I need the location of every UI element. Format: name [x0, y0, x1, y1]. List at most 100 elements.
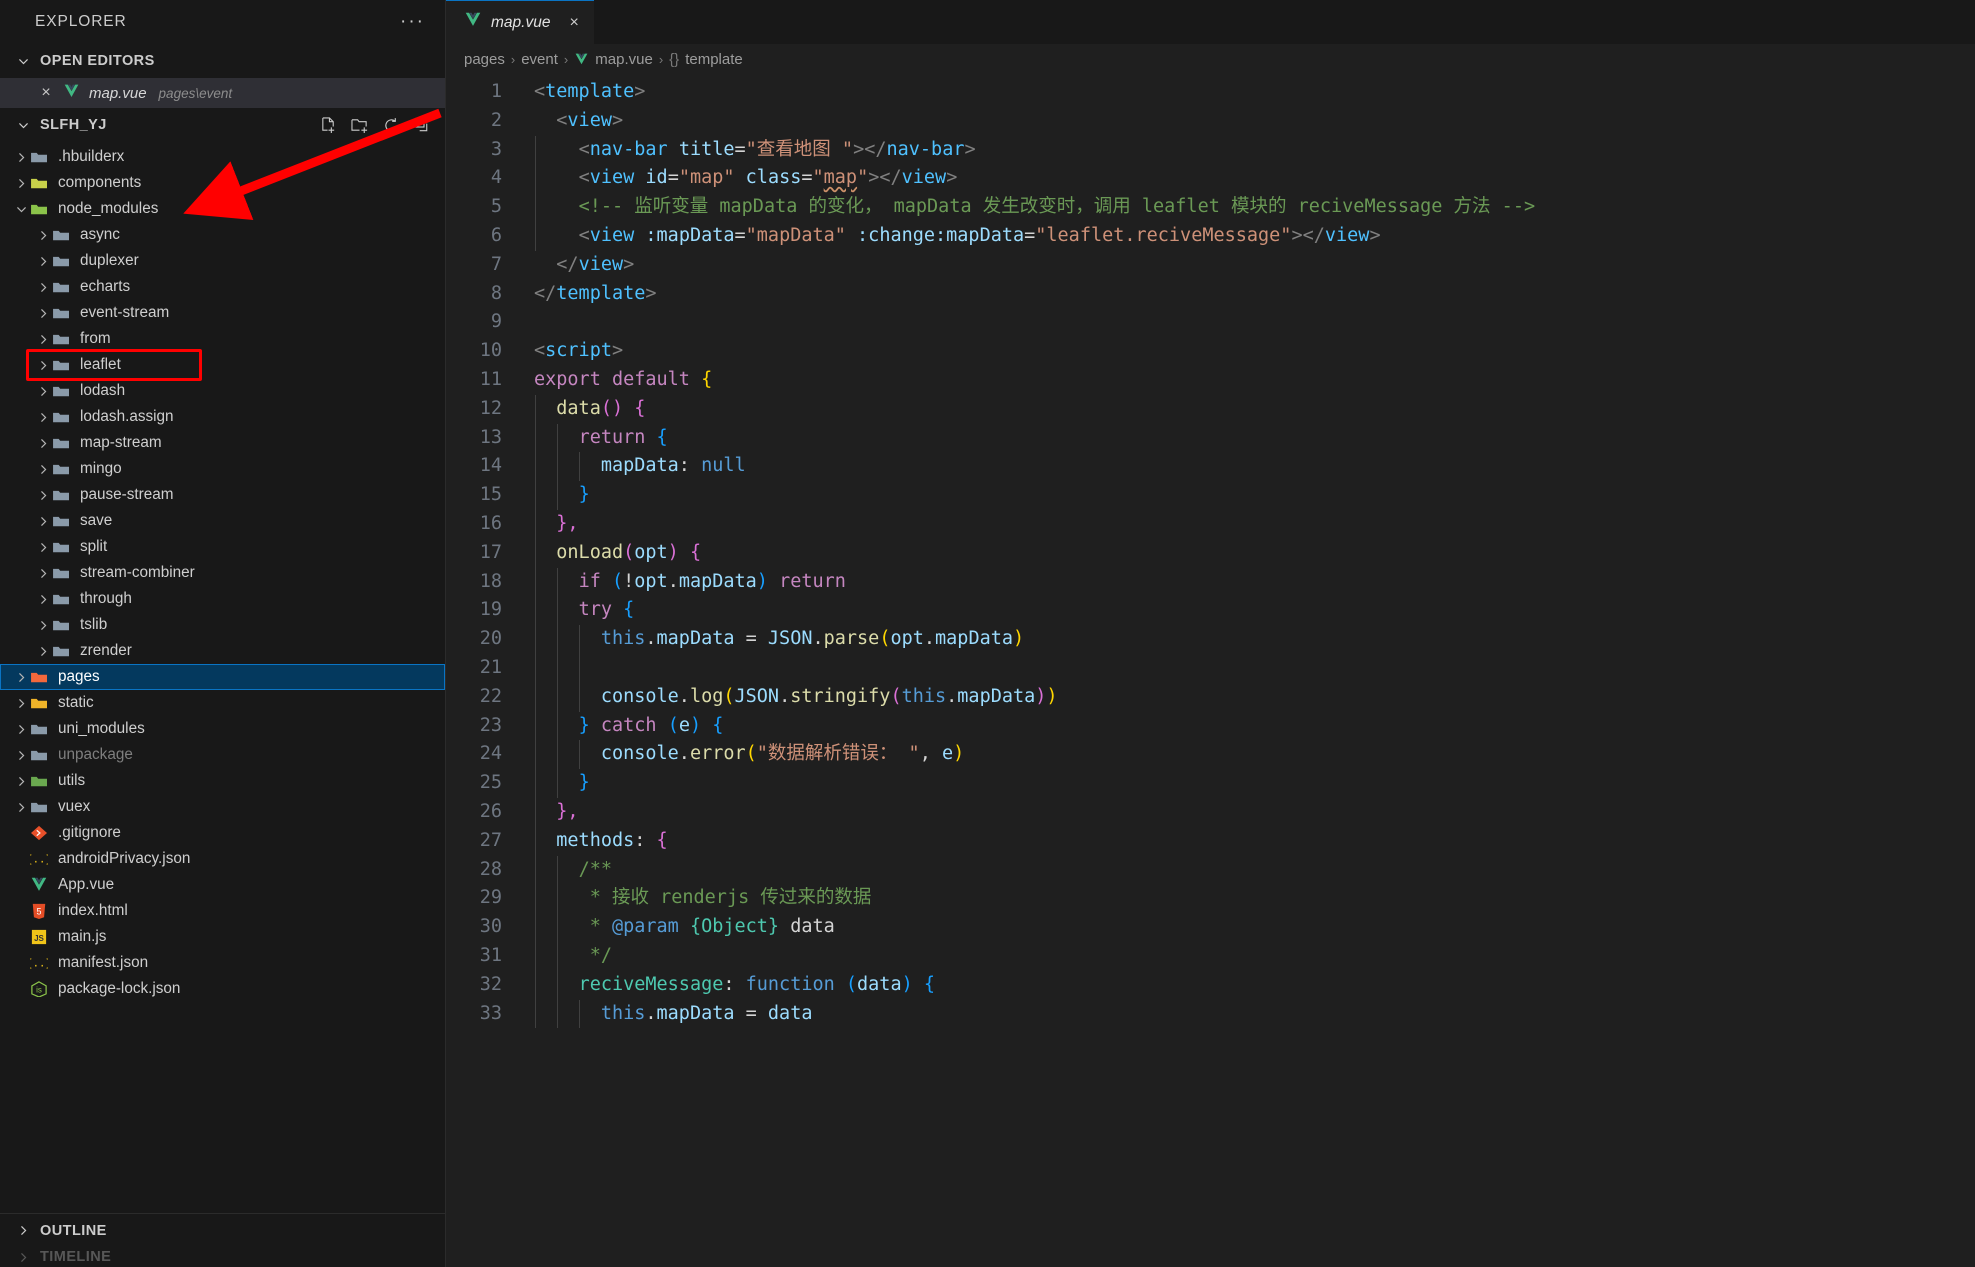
tree-item-map-stream[interactable]: map-stream — [0, 430, 445, 456]
code-line[interactable]: methods: { — [522, 826, 1975, 856]
tree-item-save[interactable]: save — [0, 508, 445, 534]
code-line[interactable]: }, — [522, 797, 1975, 827]
code-token: : — [723, 973, 746, 995]
tree-item-leaflet[interactable]: leaflet — [0, 352, 445, 378]
code-line[interactable]: <!-- 监听变量 mapData 的变化， mapData 发生改变时，调用 … — [522, 193, 1975, 222]
code-line[interactable]: reciveMessage: function (data) { — [522, 970, 1975, 1000]
tree-item-components[interactable]: components — [0, 170, 445, 196]
tree-item-lodash[interactable]: lodash — [0, 378, 445, 404]
code-line[interactable]: mapData: null — [522, 452, 1975, 482]
new-folder-icon[interactable] — [351, 117, 369, 134]
tree-item-manifest-json[interactable]: {..} manifest.json — [0, 950, 445, 976]
editor-pane: map.vue × pages › event › map.vue › {} t… — [446, 0, 1975, 1267]
tree-item-pages[interactable]: pages — [0, 664, 445, 690]
tree-item-zrender[interactable]: zrender — [0, 638, 445, 664]
open-editors-section-header[interactable]: OPEN EDITORS — [0, 44, 445, 78]
tree-item-androidprivacy-json[interactable]: {..} androidPrivacy.json — [0, 846, 445, 872]
tree-item-node-modules[interactable]: node_modules — [0, 196, 445, 222]
code-line[interactable]: <template> — [522, 78, 1975, 107]
breadcrumb-item-map-vue[interactable]: map.vue — [595, 51, 653, 68]
tree-item-stream-combiner[interactable]: stream-combiner — [0, 560, 445, 586]
code-line[interactable]: <nav-bar title="查看地图 "></nav-bar> — [522, 135, 1975, 165]
code-editor[interactable]: 1 2 3 4 5 6 7 8 9 10 11 12 13 14 15 16 17 18 19 20 21 22 23 24 2… — [446, 74, 1975, 1267]
chevron-right-icon — [34, 515, 52, 528]
code-line[interactable] — [522, 653, 1975, 683]
code-line[interactable]: </view> — [522, 251, 1975, 280]
tree-item-mingo[interactable]: mingo — [0, 456, 445, 482]
tree-item--gitignore[interactable]: .gitignore — [0, 820, 445, 846]
code-line[interactable]: } — [522, 769, 1975, 798]
timeline-panel-header[interactable]: TIMELINE — [0, 1247, 445, 1267]
code-token: :mapData — [645, 224, 735, 246]
code-token: null — [701, 455, 746, 477]
code-line[interactable]: }, — [522, 509, 1975, 539]
code-line[interactable]: if (!opt.mapData) return — [522, 567, 1975, 597]
close-icon[interactable]: × — [38, 84, 54, 102]
open-editor-item-map-vue[interactable]: × map.vue pages\event — [0, 78, 445, 108]
code-line[interactable]: * 接收 renderjs 传过来的数据 — [522, 884, 1975, 914]
code-line[interactable] — [522, 308, 1975, 337]
code-line[interactable]: console.error("数据解析错误： ", e) — [522, 740, 1975, 770]
tree-item-static[interactable]: static — [0, 690, 445, 716]
tree-item-pause-stream[interactable]: pause-stream — [0, 482, 445, 508]
tree-item-utils[interactable]: utils — [0, 768, 445, 794]
code-line[interactable]: */ — [522, 941, 1975, 971]
code-line[interactable]: onLoad(opt) { — [522, 538, 1975, 568]
tree-item-async[interactable]: async — [0, 222, 445, 248]
line-number: 4 — [490, 167, 502, 189]
tree-item-duplexer[interactable]: duplexer — [0, 248, 445, 274]
code-line[interactable]: /** — [522, 855, 1975, 885]
code-line[interactable]: <view :mapData="mapData" :change:mapData… — [522, 221, 1975, 251]
outline-panel-header[interactable]: OUTLINE — [0, 1214, 445, 1247]
tree-item--hbuilderx[interactable]: .hbuilderx — [0, 144, 445, 170]
code-token: * — [578, 916, 612, 938]
code-line[interactable]: try { — [522, 596, 1975, 626]
project-section-header[interactable]: SLFH_YJ — [0, 108, 445, 142]
tree-item-main-js[interactable]: JS main.js — [0, 924, 445, 950]
code-line[interactable]: <script> — [522, 337, 1975, 366]
breadcrumb-item-event[interactable]: event — [521, 51, 558, 68]
code-line[interactable]: data() { — [522, 394, 1975, 424]
tree-item-through[interactable]: through — [0, 586, 445, 612]
close-icon[interactable]: × — [569, 14, 578, 32]
code-line[interactable]: * @param {Object} data — [522, 913, 1975, 942]
refresh-icon[interactable] — [383, 117, 400, 134]
explorer-more-icon[interactable]: ··· — [400, 12, 425, 31]
code-content[interactable]: <template> <view> <nav-bar title="查看地图 "… — [522, 74, 1975, 1267]
code-token: "leaflet.reciveMessage" — [1035, 224, 1292, 246]
line-number: 3 — [490, 138, 502, 160]
tree-item-package-lock-json[interactable]: is package-lock.json — [0, 976, 445, 1002]
tree-item-uni-modules[interactable]: uni_modules — [0, 716, 445, 742]
tree-item-app-vue[interactable]: App.vue — [0, 872, 445, 898]
tree-item-index-html[interactable]: 5 index.html — [0, 898, 445, 924]
breadcrumb-item-pages[interactable]: pages — [464, 51, 505, 68]
tree-item-unpackage[interactable]: unpackage — [0, 742, 445, 768]
code-line[interactable]: this.mapData = JSON.parse(opt.mapData) — [522, 625, 1975, 654]
breadcrumb-item-template[interactable]: template — [685, 51, 743, 68]
code-line[interactable]: export default { — [522, 366, 1975, 395]
chevron-right-icon — [12, 177, 30, 190]
tree-item-tslib[interactable]: tslib — [0, 612, 445, 638]
code-line[interactable]: </template> — [522, 280, 1975, 309]
code-line[interactable]: } catch (e) { — [522, 711, 1975, 741]
tree-item-from[interactable]: from — [0, 326, 445, 352]
new-file-icon[interactable] — [320, 116, 337, 134]
tab-map-vue[interactable]: map.vue × — [446, 0, 594, 44]
code-token: < — [534, 340, 546, 362]
code-line[interactable]: console.log(JSON.stringify(this.mapData)… — [522, 682, 1975, 712]
code-line[interactable]: <view> — [522, 107, 1975, 136]
code-line[interactable]: } — [522, 481, 1975, 510]
tree-item-split[interactable]: split — [0, 534, 445, 560]
collapse-all-icon[interactable] — [414, 117, 431, 134]
line-number: 8 — [490, 282, 502, 304]
file-tree[interactable]: .hbuilderx components node_modules async dup… — [0, 142, 445, 1213]
code-line[interactable]: this.mapData = data — [522, 999, 1975, 1029]
code-line[interactable]: <view id="map" class="map"></view> — [522, 164, 1975, 194]
tree-item-echarts[interactable]: echarts — [0, 274, 445, 300]
tree-item-event-stream[interactable]: event-stream — [0, 300, 445, 326]
tree-item-lodash-assign[interactable]: lodash.assign — [0, 404, 445, 430]
code-token: mapData — [656, 628, 735, 650]
tree-item-vuex[interactable]: vuex — [0, 794, 445, 820]
code-line[interactable]: return { — [522, 423, 1975, 453]
